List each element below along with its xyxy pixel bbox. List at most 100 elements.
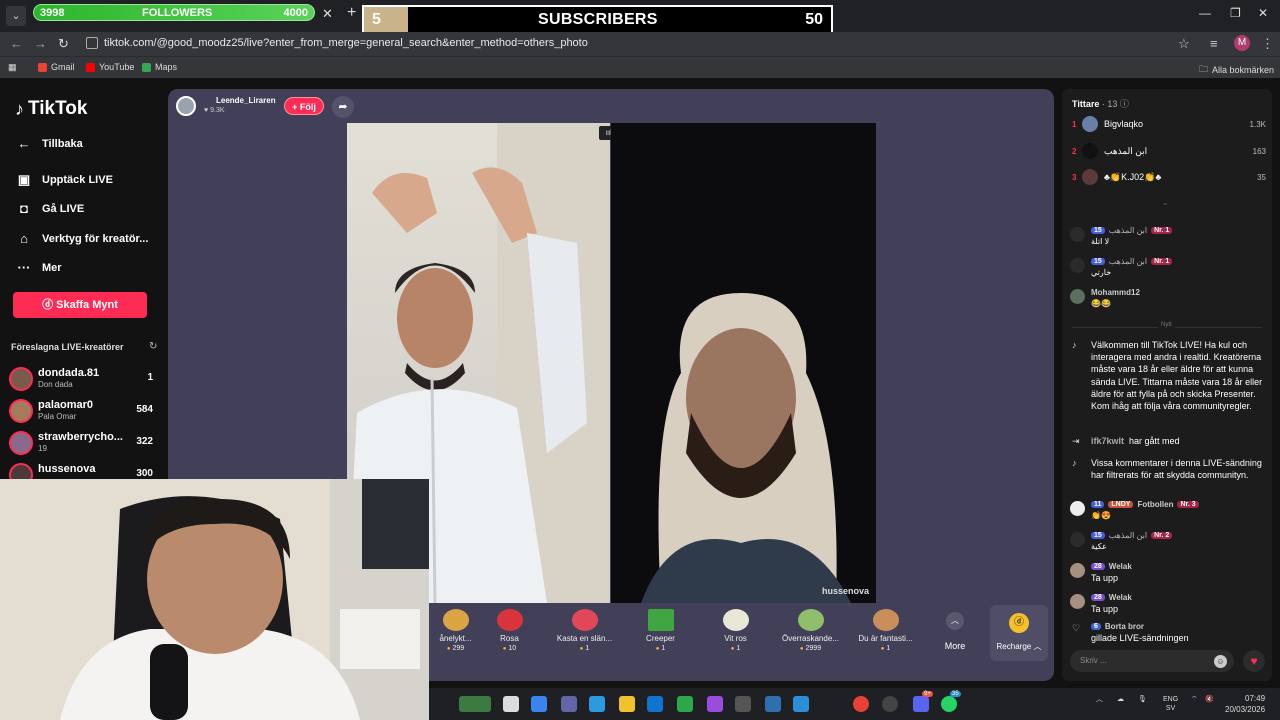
tiktok-note-icon: ♪ [1072, 340, 1077, 350]
clock-date: 20/03/2026 [1225, 705, 1266, 714]
top-viewer[interactable]: 1 Bigvlaqko 1.3K [1072, 114, 1268, 136]
avatar [1070, 594, 1085, 609]
bookmark-youtube[interactable]: YouTube [86, 62, 134, 72]
heart-icon[interactable]: ♥ [1243, 650, 1265, 672]
apps-grid-icon[interactable]: ▦ [8, 62, 17, 73]
nav-more[interactable]: ··· Mer [16, 260, 62, 275]
window-close-icon[interactable]: ✕ [1258, 6, 1268, 20]
viewer-rank: 2 [1072, 147, 1077, 156]
user-name[interactable]: Mohammd12 [1091, 288, 1140, 297]
whatsapp-icon[interactable] [941, 696, 957, 712]
copilot-icon[interactable] [531, 696, 547, 712]
get-coins-button[interactable]: ⓓ Skaffa Mynt [13, 292, 147, 318]
all-bookmarks[interactable]: 🗀 Alla bokmärken [1199, 62, 1274, 78]
user-name[interactable]: ابن المذهب [1109, 531, 1147, 540]
level-badge: 15 [1091, 258, 1105, 265]
store-icon[interactable] [707, 696, 723, 712]
chevron-up-icon[interactable]: ︿ [1096, 695, 1103, 704]
follow-button[interactable]: + Följ [284, 97, 324, 115]
teams-icon[interactable] [561, 696, 577, 712]
more-dots-icon: ··· [17, 260, 31, 275]
rank-badge: Nr. 2 [1151, 532, 1173, 539]
tiktok-logo[interactable]: ♪ TikTok [15, 98, 87, 120]
file-explorer-icon[interactable] [619, 696, 635, 712]
discord-icon[interactable] [913, 696, 929, 712]
creator-name: strawberrycho... [38, 431, 123, 443]
outlook-icon[interactable] [647, 696, 663, 712]
restore-icon[interactable]: ❐ [1230, 6, 1241, 20]
bookmark-maps[interactable]: Maps [142, 62, 177, 72]
suggested-creator[interactable]: strawberrycho... 19 322 [9, 429, 159, 457]
top-viewer[interactable]: 3 ♣👏K.J02👏♣ 35 [1072, 167, 1268, 189]
language-indicator[interactable]: ENG SV [1163, 695, 1178, 713]
site-info-icon[interactable] [86, 37, 98, 49]
user-name[interactable]: Welak [1109, 593, 1132, 602]
top-viewer[interactable]: 2 ابن المذهب 163 [1072, 141, 1268, 163]
profile-avatar[interactable]: M [1234, 35, 1250, 51]
url-field[interactable]: tiktok.com/@good_moodz25/live?enter_from… [104, 37, 588, 49]
wifi-icon[interactable]: ⌔ [1191, 695, 1198, 704]
viewers-title: Tittare [1072, 99, 1100, 109]
app-icon[interactable] [793, 696, 809, 712]
chevron-down-icon[interactable]: ⌄ [1162, 198, 1169, 207]
avatar [1070, 258, 1085, 273]
nav-back[interactable]: ← Tillbaka [16, 136, 83, 151]
shield-icon[interactable] [677, 696, 693, 712]
minimize-icon[interactable]: — [1199, 6, 1211, 20]
user-name[interactable]: Borta bror [1105, 622, 1144, 631]
user-name[interactable]: ابن المذهب [1109, 257, 1147, 266]
bookmark-star-icon[interactable]: ☆ [1178, 36, 1190, 52]
creator-subtitle: Don dada [38, 380, 73, 389]
creator-subtitle: Pala Omar [38, 412, 77, 421]
nav-discover-live[interactable]: ▣ Upptäck LIVE [16, 172, 113, 188]
user-name[interactable]: Welak [1109, 562, 1132, 571]
photos-icon[interactable] [765, 696, 781, 712]
nav-creator-tools[interactable]: ⌂ Verktyg för kreatör... [16, 231, 148, 246]
chat-input[interactable]: Skriv ... [1070, 650, 1234, 672]
edge-icon[interactable] [589, 696, 605, 712]
keyboard-layout: SV [1165, 705, 1176, 712]
avatar [1070, 289, 1085, 304]
clock-time: 07:49 [1245, 694, 1266, 703]
info-icon[interactable]: ⓘ [1120, 99, 1129, 109]
message-text: 😂😂 [1091, 299, 1111, 308]
address-bar: ← → ↻ tiktok.com/@good_moodz25/live?ente… [0, 32, 1280, 56]
new-divider-label: Nytt [1158, 322, 1175, 328]
reading-list-icon[interactable]: ≡ [1210, 36, 1218, 51]
tab-close-icon[interactable]: ✕ [322, 6, 333, 22]
file-icon[interactable] [503, 696, 519, 712]
tab-list-chevron-icon[interactable]: ⌄ [6, 6, 26, 26]
rank-badge: Nr. 1 [1151, 258, 1173, 265]
message-header: 15 ابن المذهب Nr. 1 [1091, 257, 1173, 266]
user-name[interactable]: ابن المذهب [1109, 226, 1147, 235]
emoji-icon[interactable]: ☺ [1214, 655, 1227, 668]
weather-widget-icon[interactable] [459, 696, 491, 712]
microphone-icon[interactable]: 🎙 [1138, 695, 1147, 704]
refresh-icon[interactable]: ↻ [149, 341, 157, 352]
new-tab-icon[interactable]: + [347, 4, 356, 22]
chrome-icon[interactable] [853, 696, 869, 712]
user-name[interactable]: ifk7kwlt [1091, 436, 1124, 446]
suggested-creator[interactable]: dondada.81 Don dada 1 [9, 365, 159, 393]
bookmark-gmail[interactable]: Gmail [38, 62, 75, 72]
bookmark-label: Maps [155, 62, 178, 72]
clock[interactable]: 07:49 20/03/2026 [1225, 693, 1265, 715]
back-arrow-icon[interactable]: ← [10, 36, 23, 51]
forward-arrow-icon[interactable]: → [34, 36, 47, 51]
reload-icon[interactable]: ↻ [58, 36, 69, 52]
suggested-creator[interactable]: palaomar0 Pala Omar 584 [9, 397, 159, 425]
nav-go-live[interactable]: ◘ Gå LIVE [16, 201, 84, 216]
avatar [1082, 116, 1098, 132]
cloud-icon[interactable]: ☁ [1117, 695, 1124, 704]
app-icon[interactable] [735, 696, 751, 712]
level-badge: 15 [1091, 227, 1105, 234]
windows-taskbar: 9+ 35 ︿ ☁ 🎙 ENG SV ⌔ 🔇 07:49 20/03/2026 [429, 688, 1280, 720]
guest-video-picture [641, 293, 851, 603]
subscribers-goal-overlay: 5 SUBSCRIBERS 50 [362, 5, 833, 34]
speaker-muted-icon[interactable]: 🔇 [1205, 695, 1214, 704]
menu-kebab-icon[interactable]: ⋮ [1261, 36, 1274, 52]
user-name[interactable]: Fotbollen [1137, 500, 1173, 509]
share-icon[interactable]: ➦ [332, 96, 354, 118]
avatar [9, 431, 33, 455]
obs-icon[interactable] [882, 696, 898, 712]
